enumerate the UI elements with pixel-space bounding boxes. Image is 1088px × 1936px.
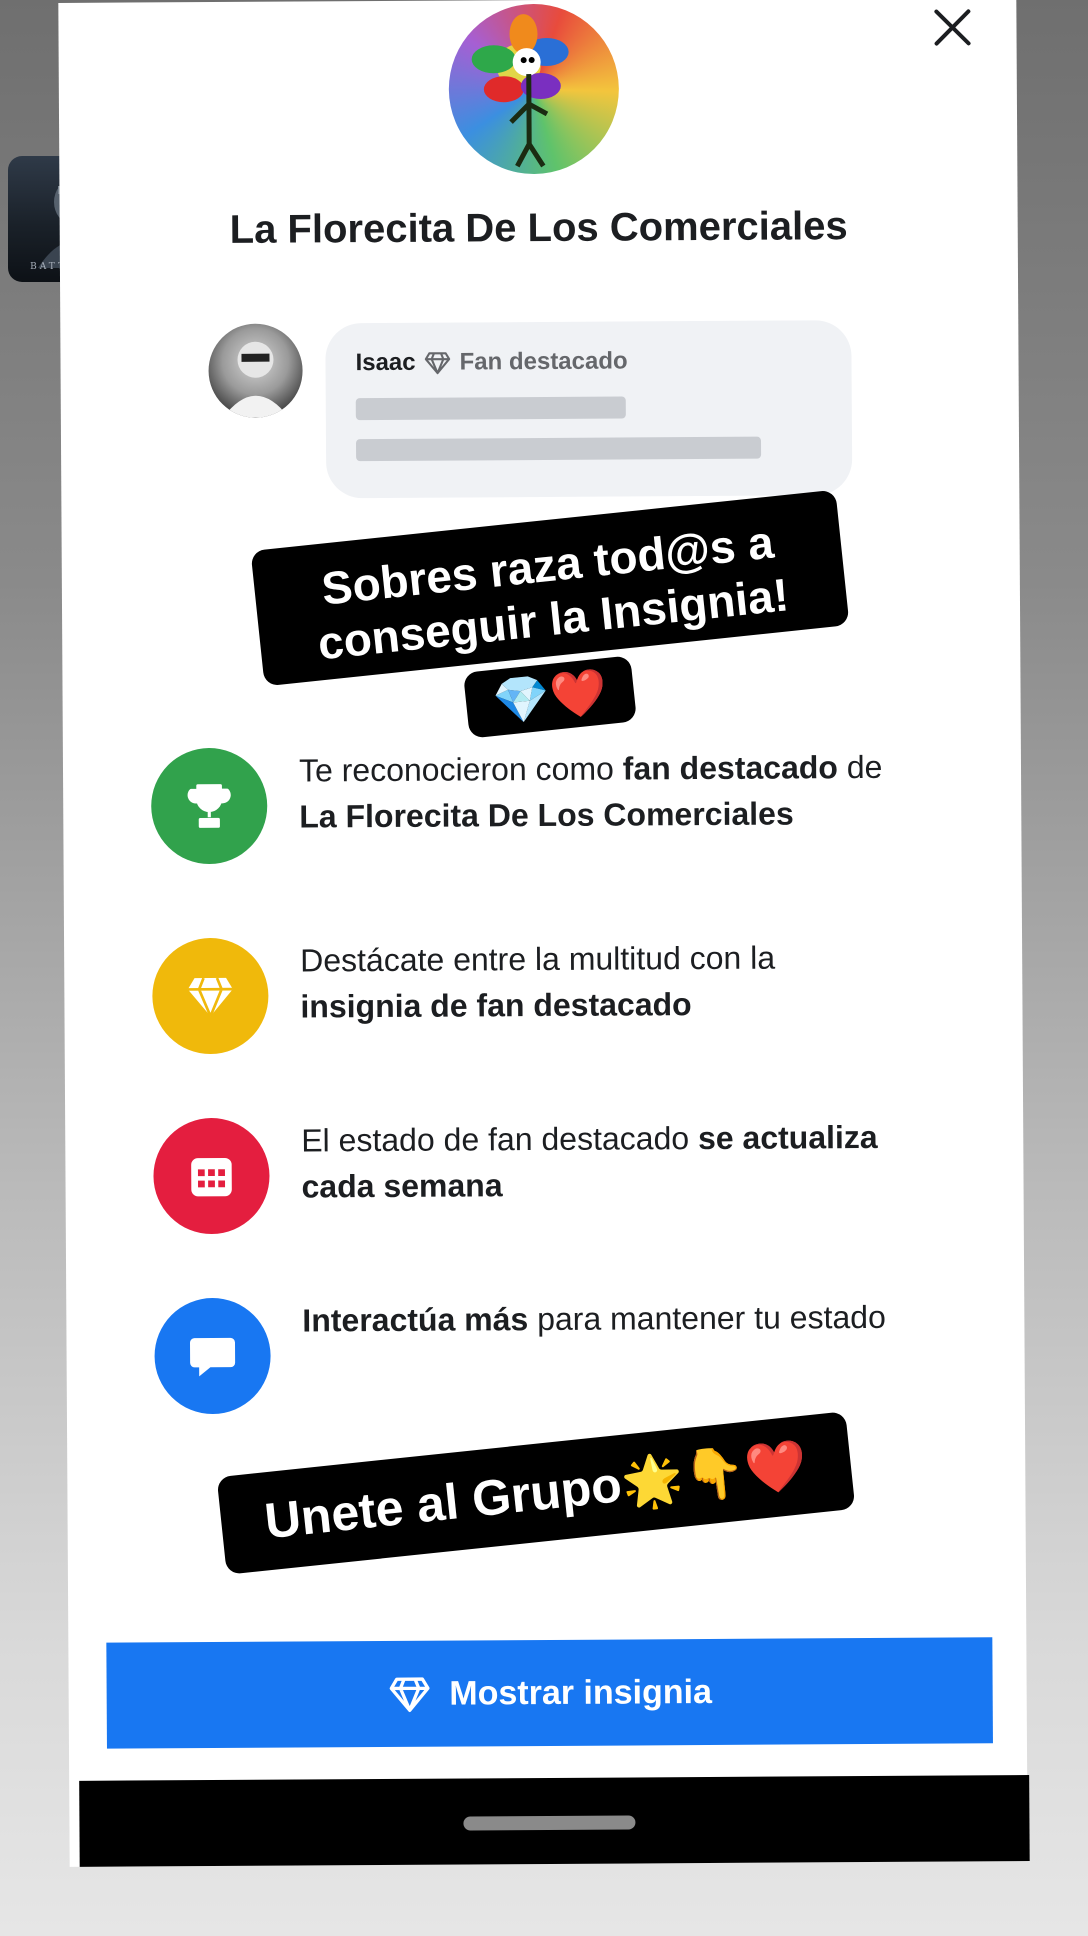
- diamond-icon: [424, 352, 451, 375]
- comment-header: Isaac Fan destacado: [355, 347, 627, 377]
- feature-list: Te reconocieron como fan destacado de La…: [63, 737, 1021, 1415]
- close-icon: [934, 9, 971, 46]
- comment-placeholder-line: [355, 396, 626, 421]
- feature-item-weekly: El estado de fan destacado se actualiza …: [153, 1114, 914, 1239]
- chat-bubble-icon: [154, 1297, 271, 1415]
- feature-text: El estado de fan destacado se actualiza …: [301, 1118, 878, 1205]
- home-gesture-handle[interactable]: [463, 1815, 636, 1831]
- diamond-icon: [389, 1677, 430, 1712]
- calendar-icon: [153, 1117, 270, 1235]
- show-badge-label: Mostrar insignia: [449, 1672, 713, 1713]
- feature-text: Te reconocieron como fan destacado de La…: [298, 748, 883, 835]
- diamond-icon: [152, 937, 269, 1055]
- feature-text: Destácate entre la multitud con la insig…: [300, 939, 776, 1025]
- avatar: [208, 323, 303, 419]
- close-button[interactable]: [928, 3, 976, 51]
- system-nav-bar: [79, 1775, 1030, 1867]
- sample-comment-bubble: Isaac Fan destacado: [325, 320, 853, 499]
- flower-character-icon: [471, 14, 569, 168]
- feature-item-badge: Destácate entre la multitud con la insig…: [152, 934, 913, 1059]
- person-photo-icon: [222, 341, 289, 418]
- feature-item-interact: Interactúa más para mantener tu estado: [154, 1294, 915, 1419]
- feature-text: Interactúa más para mantener tu estado: [302, 1298, 886, 1339]
- show-badge-button[interactable]: Mostrar insignia: [106, 1637, 993, 1749]
- feature-item-recognized: Te reconocieron como fan destacado de La…: [150, 744, 912, 869]
- group-avatar: [448, 3, 620, 175]
- trophy-icon: [150, 747, 268, 865]
- fan-badge-label: Fan destacado: [459, 347, 628, 376]
- group-title: La Florecita De Los Comerciales: [229, 204, 848, 252]
- commenter-name: Isaac: [355, 348, 416, 377]
- fan-badge-dialog: La Florecita De Los Comerciales Isaac Fa…: [58, 0, 1030, 1867]
- comment-placeholder-line: [355, 436, 762, 462]
